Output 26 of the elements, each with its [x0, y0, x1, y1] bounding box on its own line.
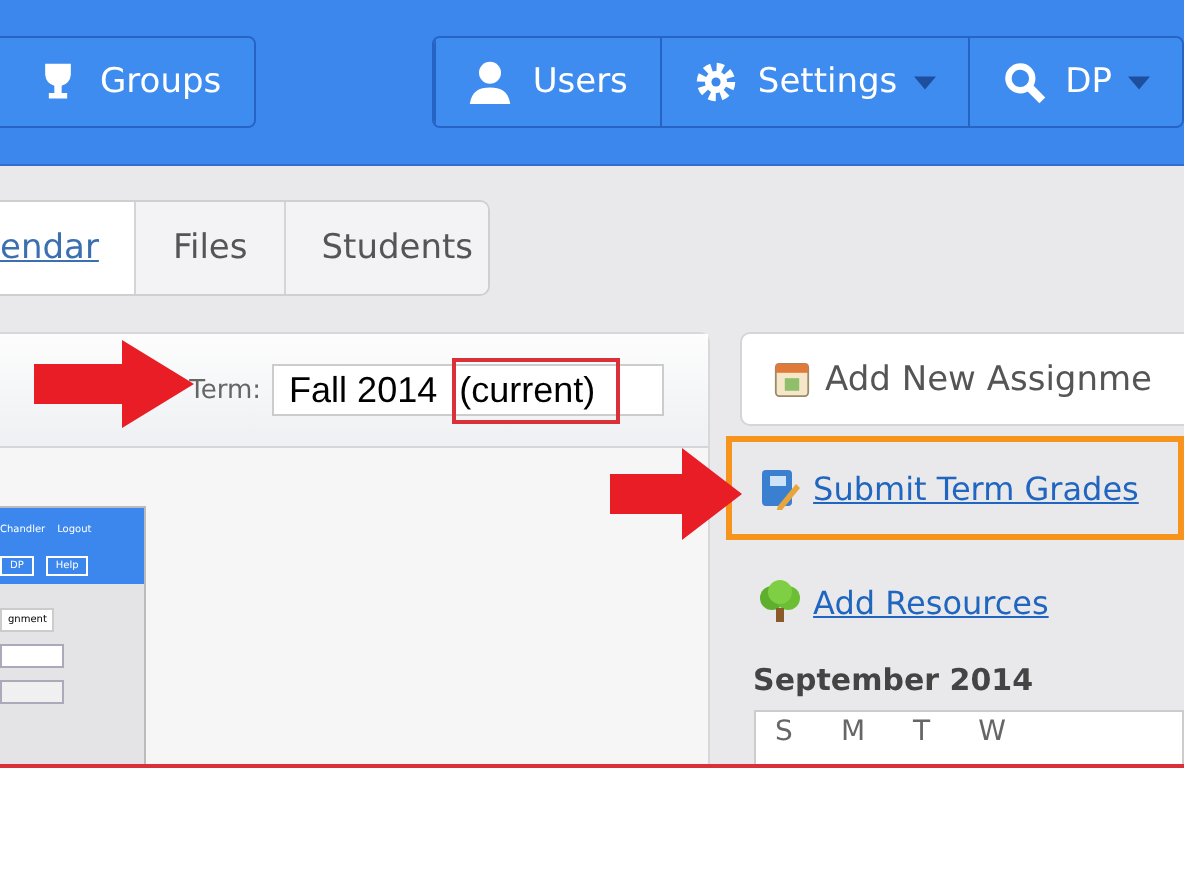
nav-button[interactable]: Groups — [0, 38, 254, 126]
weekday-label: W — [978, 716, 1006, 752]
nav-button[interactable]: Settings — [659, 38, 968, 126]
tab[interactable]: Students — [283, 202, 488, 294]
highlighted-text: (current) — [451, 357, 620, 423]
nav-button[interactable]: DP — [967, 38, 1182, 126]
settings-icon — [693, 60, 738, 104]
user-icon — [468, 60, 513, 104]
sidebar-link[interactable]: Submit Term Grades — [813, 469, 1139, 507]
term-value: Fall 2014 — [287, 367, 440, 413]
calendar-title: September 2014 — [753, 662, 1036, 698]
add-assignment-button[interactable]: Add New Assignme — [739, 332, 1184, 426]
weekday-label: T — [913, 716, 931, 752]
annotation-arrow — [610, 448, 742, 540]
calendar-icon — [773, 361, 810, 397]
tab[interactable]: Files — [134, 202, 284, 294]
inset-field — [0, 644, 64, 668]
tab[interactable]: endar — [0, 202, 135, 294]
weekday-label: M — [840, 716, 866, 752]
sidebar-link[interactable]: Add Resources — [813, 583, 1049, 621]
search-icon — [1001, 60, 1046, 104]
tree-icon — [757, 580, 802, 624]
nav-button[interactable]: Users — [434, 38, 660, 126]
term-label: Term: — [189, 375, 262, 405]
notebook-icon — [757, 466, 802, 510]
weekday-label: S — [775, 716, 793, 752]
